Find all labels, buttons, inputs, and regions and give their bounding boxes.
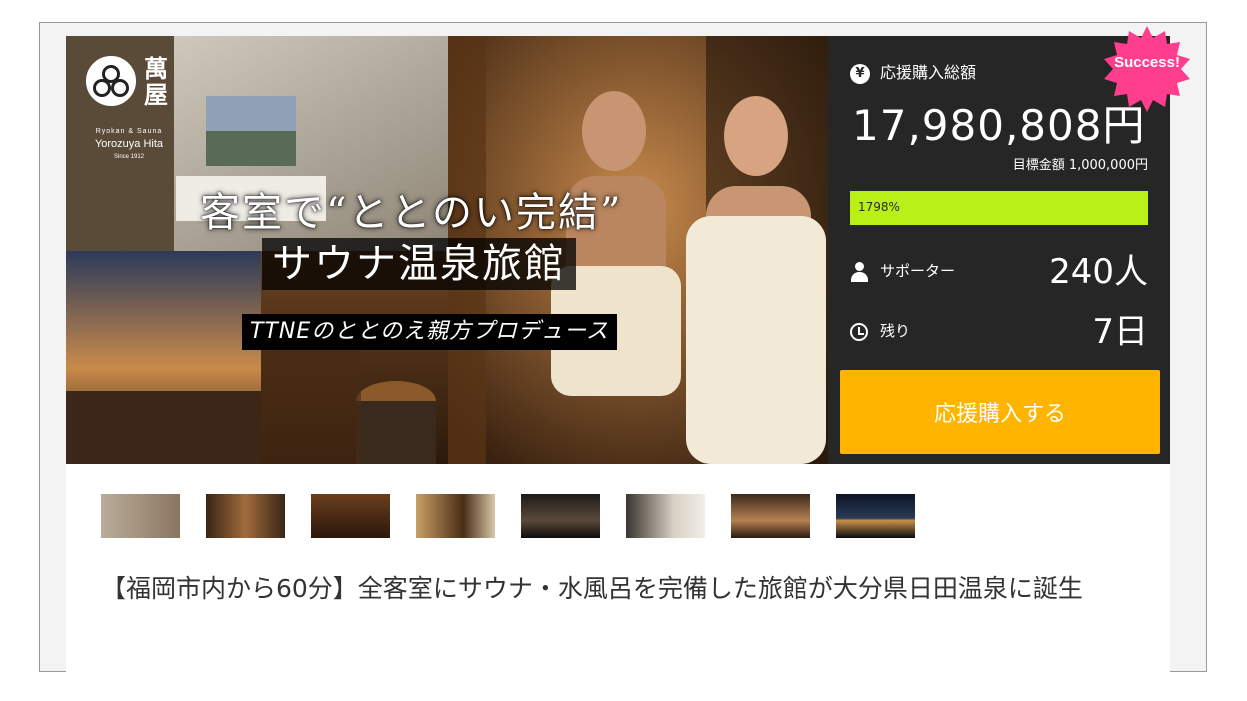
thumbnail-7[interactable] xyxy=(731,494,810,538)
thumbnail-6[interactable] xyxy=(626,494,705,538)
supporters-label-row: サポーター xyxy=(850,260,955,282)
funding-stats-panel: Success! ¥ 応援購入総額 17,980,808円 目標金額 1,000,… xyxy=(828,26,1190,464)
support-purchase-button[interactable]: 応援購入する xyxy=(840,370,1160,454)
supporters-label: サポーター xyxy=(880,262,956,280)
success-badge: Success! xyxy=(1114,54,1180,71)
hero-subheadline: サウナ温泉旅館 xyxy=(262,238,576,290)
thumbnail-2[interactable] xyxy=(206,494,285,538)
hero-tagline: TTNEのととのえ親方プロデュース xyxy=(242,314,617,350)
thumbnail-4[interactable] xyxy=(416,494,495,538)
remaining-label: 残り xyxy=(880,322,911,340)
thumbnail-1[interactable] xyxy=(101,494,180,538)
thumbnail-8[interactable] xyxy=(836,494,915,538)
clock-icon xyxy=(850,322,868,341)
thumbnail-3[interactable] xyxy=(311,494,390,538)
progress-percent: 1798% xyxy=(858,200,900,214)
hotel-logo: 萬屋 Ryokan & Sauna Yorozuya Hita Since 19… xyxy=(84,56,174,166)
logo-name: Yorozuya Hita xyxy=(94,138,164,150)
project-card: 萬屋 Ryokan & Sauna Yorozuya Hita Since 19… xyxy=(66,26,1190,672)
thumbnail-5[interactable] xyxy=(521,494,600,538)
family-crest-icon xyxy=(86,56,136,106)
thumbnail-strip xyxy=(101,494,1001,540)
total-label: 応援購入総額 xyxy=(880,63,977,82)
remaining-label-row: 残り xyxy=(850,320,910,341)
project-title: 【福岡市内から60分】全客室にサウナ・水風呂を完備した旅館が大分県日田温泉に誕生 xyxy=(101,574,1083,603)
hero-image[interactable]: 萬屋 Ryokan & Sauna Yorozuya Hita Since 19… xyxy=(66,36,828,464)
person-icon xyxy=(850,261,868,282)
yen-icon: ¥ xyxy=(850,63,870,84)
total-label-row: ¥ 応援購入総額 xyxy=(850,59,976,84)
total-amount: 17,980,808円 xyxy=(852,101,1146,150)
logo-kanji: 萬屋 xyxy=(144,54,168,109)
logo-subtitle: Ryokan & Sauna xyxy=(95,128,163,135)
logo-since: Since 1912 xyxy=(113,154,145,160)
hero-headline: 客室で“ととのい完結” xyxy=(200,190,623,236)
remaining-days: 7日 xyxy=(1092,312,1148,352)
supporters-count: 240人 xyxy=(1049,252,1148,292)
goal-amount: 目標金額 1,000,000円 xyxy=(1012,158,1148,173)
